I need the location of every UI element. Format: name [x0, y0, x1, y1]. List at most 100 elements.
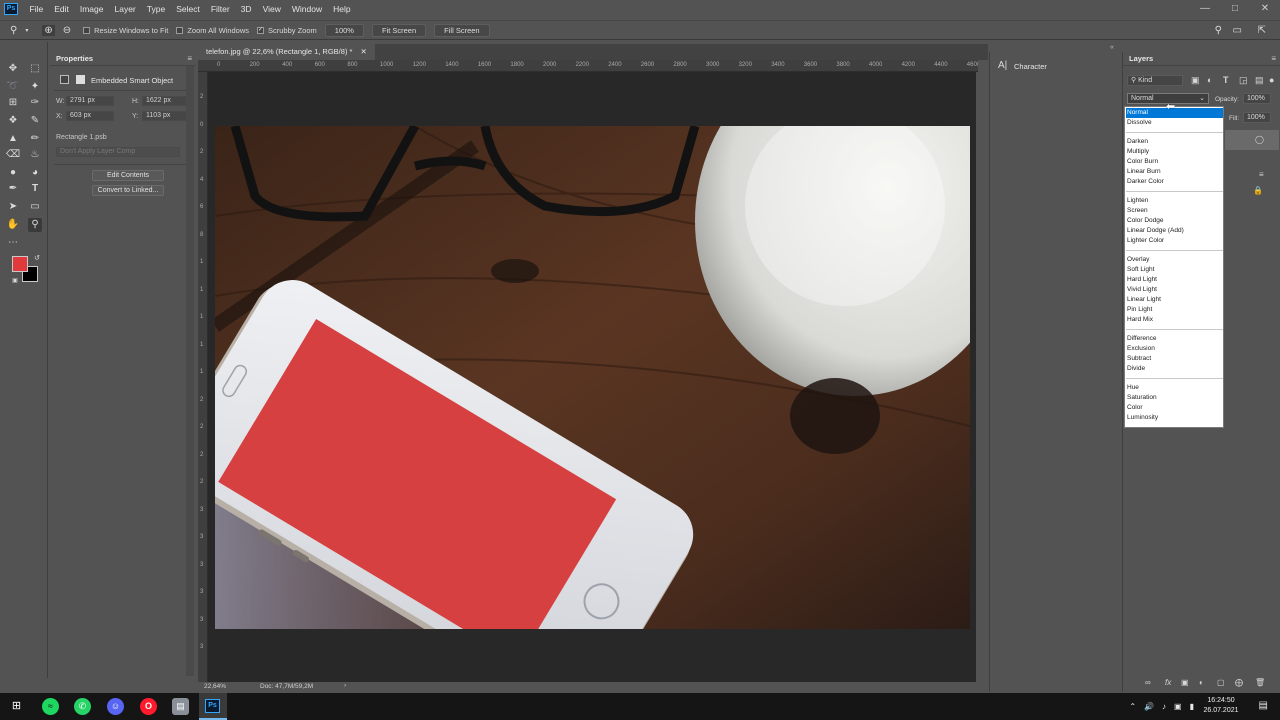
- x-field[interactable]: 603 px: [66, 111, 114, 121]
- zoom-tool-icon[interactable]: ⚲: [10, 25, 17, 36]
- pen-tool-icon[interactable]: ✒: [6, 182, 20, 196]
- history-brush-tool-icon[interactable]: ✏: [28, 132, 42, 146]
- character-icon[interactable]: A|: [998, 60, 1007, 71]
- menu-window[interactable]: Window: [286, 4, 327, 14]
- close-tab-icon[interactable]: ✕: [360, 47, 366, 56]
- foreground-color-swatch[interactable]: [12, 256, 28, 272]
- eyedropper-tool-icon[interactable]: ✑: [28, 96, 42, 110]
- search-icon[interactable]: ⚲: [1215, 25, 1222, 36]
- maximize-icon[interactable]: □: [1220, 0, 1250, 18]
- delete-layer-icon[interactable]: 🗑: [1255, 678, 1265, 687]
- filter-shape-icon[interactable]: ◲: [1239, 75, 1248, 86]
- new-group-icon[interactable]: ▢: [1217, 678, 1225, 687]
- edit-contents-button[interactable]: Edit Contents: [92, 170, 164, 181]
- minimize-icon[interactable]: —: [1190, 0, 1220, 18]
- width-field[interactable]: 2791 px: [66, 96, 114, 106]
- share-icon[interactable]: ⇱: [1258, 25, 1266, 36]
- scrubby-zoom-checkbox[interactable]: ✓ Scrubby Zoom: [257, 26, 317, 35]
- volume-icon[interactable]: 🔊: [1144, 702, 1154, 711]
- document-tab[interactable]: telefon.jpg @ 22,6% (Rectangle 1, RGB/8)…: [198, 44, 375, 60]
- add-mask-icon[interactable]: ▣: [1181, 678, 1189, 687]
- layer-style-icon[interactable]: fx: [1165, 678, 1171, 687]
- path-selection-tool-icon[interactable]: ➤: [6, 200, 20, 214]
- panel-menu-icon[interactable]: ≡: [1271, 54, 1276, 63]
- opera-icon[interactable]: O: [140, 698, 157, 715]
- blend-mode-option[interactable]: Linear Burn: [1126, 167, 1223, 177]
- height-field[interactable]: 1622 px: [142, 96, 190, 106]
- blend-mode-option[interactable]: Dissolve: [1126, 118, 1223, 128]
- blend-mode-option[interactable]: Darken: [1126, 137, 1223, 147]
- lasso-tool-icon[interactable]: ➰: [6, 80, 20, 94]
- filter-pixel-icon[interactable]: ▣: [1191, 75, 1200, 86]
- healing-tool-icon[interactable]: ❖: [6, 114, 20, 128]
- layers-tab[interactable]: Layers: [1123, 52, 1280, 66]
- adjustment-layer-icon[interactable]: ◐: [1199, 678, 1204, 687]
- blend-mode-option[interactable]: Exclusion: [1126, 344, 1223, 354]
- default-colors-icon[interactable]: ▣: [8, 274, 22, 288]
- move-tool-icon[interactable]: ✥: [6, 62, 20, 76]
- zoom-level-display[interactable]: 22,64%: [204, 683, 226, 690]
- blend-mode-option[interactable]: Lighten: [1126, 196, 1223, 206]
- blend-mode-option[interactable]: Overlay: [1126, 255, 1223, 265]
- panel-menu-icon[interactable]: ≡: [187, 54, 192, 63]
- menu-type[interactable]: Type: [141, 4, 170, 14]
- blend-mode-option[interactable]: Saturation: [1126, 393, 1223, 403]
- blend-mode-option[interactable]: Divide: [1126, 364, 1223, 374]
- blend-mode-option[interactable]: Linear Light: [1126, 295, 1223, 305]
- blend-mode-option[interactable]: Vivid Light: [1126, 285, 1223, 295]
- menu-help[interactable]: Help: [328, 4, 356, 14]
- zoom-all-windows-checkbox[interactable]: Zoom All Windows: [176, 26, 249, 35]
- filter-type-icon[interactable]: T: [1223, 75, 1229, 85]
- zoom-out-icon[interactable]: ⊖: [63, 25, 71, 36]
- photoshop-taskbar-icon[interactable]: Ps: [199, 693, 227, 720]
- layer-effects-icon[interactable]: ≡: [1259, 170, 1264, 179]
- blend-mode-option[interactable]: Multiply: [1126, 147, 1223, 157]
- paint-bucket-tool-icon[interactable]: ♨: [28, 148, 42, 162]
- layer-row-selected[interactable]: [1225, 130, 1279, 150]
- dodge-tool-icon[interactable]: ◕: [28, 166, 42, 180]
- tray-arrow-icon[interactable]: ⌃: [1129, 702, 1136, 711]
- menu-select[interactable]: Select: [171, 4, 206, 14]
- blend-mode-option[interactable]: Hard Mix: [1126, 315, 1223, 325]
- y-field[interactable]: 1103 px: [142, 111, 190, 121]
- blend-mode-option[interactable]: Difference: [1126, 334, 1223, 344]
- type-tool-icon[interactable]: T: [28, 182, 42, 196]
- blend-mode-option[interactable]: Darker Color: [1126, 177, 1223, 187]
- windows-start-icon[interactable]: ⊞: [8, 698, 25, 715]
- notifications-icon[interactable]: ▤: [1259, 700, 1268, 711]
- magic-wand-tool-icon[interactable]: ✦: [28, 80, 42, 94]
- blend-mode-option[interactable]: Hard Light: [1126, 275, 1223, 285]
- filter-toggle-icon[interactable]: ●: [1269, 75, 1274, 85]
- menu-edit[interactable]: Edit: [49, 4, 75, 14]
- blend-mode-option[interactable]: Luminosity: [1126, 413, 1223, 423]
- menu-file[interactable]: File: [24, 4, 49, 14]
- swap-colors-icon[interactable]: ↺: [30, 252, 44, 266]
- speaker-icon[interactable]: ♪: [1162, 702, 1166, 711]
- brush-tool-icon[interactable]: ✎: [28, 114, 42, 128]
- character-panel-label[interactable]: Character: [1014, 62, 1047, 71]
- workspace-icon[interactable]: ▭: [1233, 25, 1242, 36]
- layer-filter-select[interactable]: ⚲ Kind: [1127, 75, 1183, 86]
- network-icon[interactable]: ▣: [1174, 702, 1182, 711]
- marquee-tool-icon[interactable]: ⬚: [28, 62, 42, 76]
- whatsapp-icon[interactable]: ✆: [74, 698, 91, 715]
- blend-mode-option[interactable]: Color Dodge: [1126, 216, 1223, 226]
- system-clock[interactable]: 16:24:50 26.07.2021: [1200, 696, 1242, 716]
- menu-layer[interactable]: Layer: [109, 4, 141, 14]
- status-menu-arrow-icon[interactable]: ›: [344, 682, 346, 689]
- properties-tab[interactable]: Properties: [50, 52, 196, 66]
- blend-mode-option[interactable]: Subtract: [1126, 354, 1223, 364]
- fill-field[interactable]: 100%: [1243, 112, 1271, 123]
- blend-mode-option[interactable]: Hue: [1126, 383, 1223, 393]
- stamp-tool-icon[interactable]: ▲: [6, 132, 20, 146]
- spotify-icon[interactable]: ≈: [42, 698, 59, 715]
- layer-comp-select[interactable]: Don't Apply Layer Comp: [56, 147, 180, 157]
- document-photo[interactable]: [215, 126, 970, 629]
- menu-image[interactable]: Image: [74, 4, 109, 14]
- blend-mode-option[interactable]: Pin Light: [1126, 305, 1223, 315]
- properties-scrollbar[interactable]: [186, 66, 194, 676]
- convert-linked-button[interactable]: Convert to Linked...: [92, 185, 164, 196]
- zoom-tool-icon[interactable]: ⚲: [28, 218, 42, 232]
- menu-view[interactable]: View: [257, 4, 286, 14]
- blend-mode-option[interactable]: Lighter Color: [1126, 236, 1223, 246]
